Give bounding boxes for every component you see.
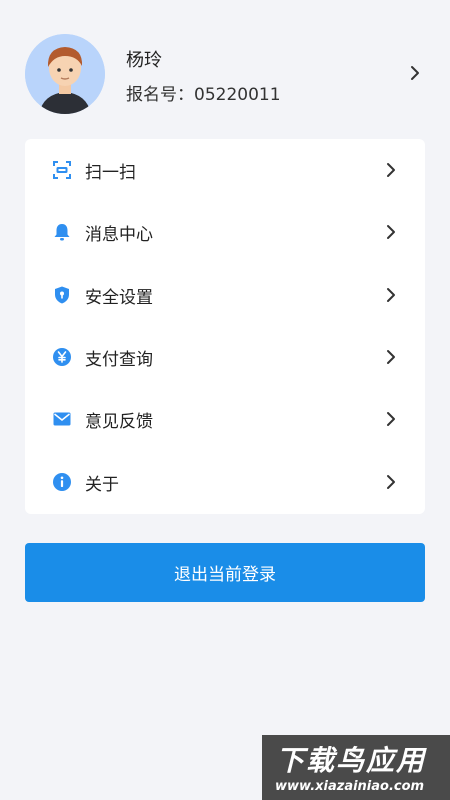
shield-icon (52, 285, 72, 305)
chevron-right-icon[interactable] (406, 64, 424, 82)
menu-item-label: 支付查询 (85, 349, 153, 370)
menu-card: 扫一扫 消息中心 安全设置 支付查询 意见反馈 关于 (25, 139, 425, 514)
avatar[interactable] (25, 34, 105, 114)
bell-icon (52, 222, 72, 242)
scan-icon (52, 160, 72, 180)
watermark: 下载鸟应用 www.xiazainiao.com (262, 735, 450, 800)
user-name: 杨玲 (126, 50, 162, 71)
user-avatar-icon (25, 34, 105, 114)
chevron-right-icon (387, 163, 395, 177)
info-icon (52, 472, 72, 492)
menu-item-messages[interactable]: 消息中心 (25, 201, 425, 263)
chevron-right-icon (387, 288, 395, 302)
menu-item-about[interactable]: 关于 (25, 451, 425, 513)
menu-item-label: 安全设置 (85, 287, 153, 308)
chevron-right-icon (387, 412, 395, 426)
profile-header[interactable]: 杨玲 报名号：05220011 (0, 0, 450, 140)
menu-item-label: 扫一扫 (85, 162, 136, 183)
menu-item-security[interactable]: 安全设置 (25, 264, 425, 326)
menu-item-label: 消息中心 (85, 224, 153, 245)
menu-item-scan[interactable]: 扫一扫 (25, 139, 425, 201)
menu-item-label: 意见反馈 (85, 411, 153, 432)
chevron-right-icon (387, 475, 395, 489)
menu-item-payment[interactable]: 支付查询 (25, 326, 425, 388)
menu-item-label: 关于 (85, 474, 119, 495)
menu-item-feedback[interactable]: 意见反馈 (25, 388, 425, 450)
watermark-url: www.xiazainiao.com (275, 779, 425, 794)
chevron-right-icon (387, 350, 395, 364)
yen-icon (52, 347, 72, 367)
logout-button[interactable]: 退出当前登录 (25, 543, 425, 602)
watermark-title: 下载鸟应用 (276, 744, 427, 777)
mail-icon (52, 409, 72, 429)
chevron-right-icon (387, 225, 395, 239)
registration-number: 报名号：05220011 (126, 85, 281, 105)
